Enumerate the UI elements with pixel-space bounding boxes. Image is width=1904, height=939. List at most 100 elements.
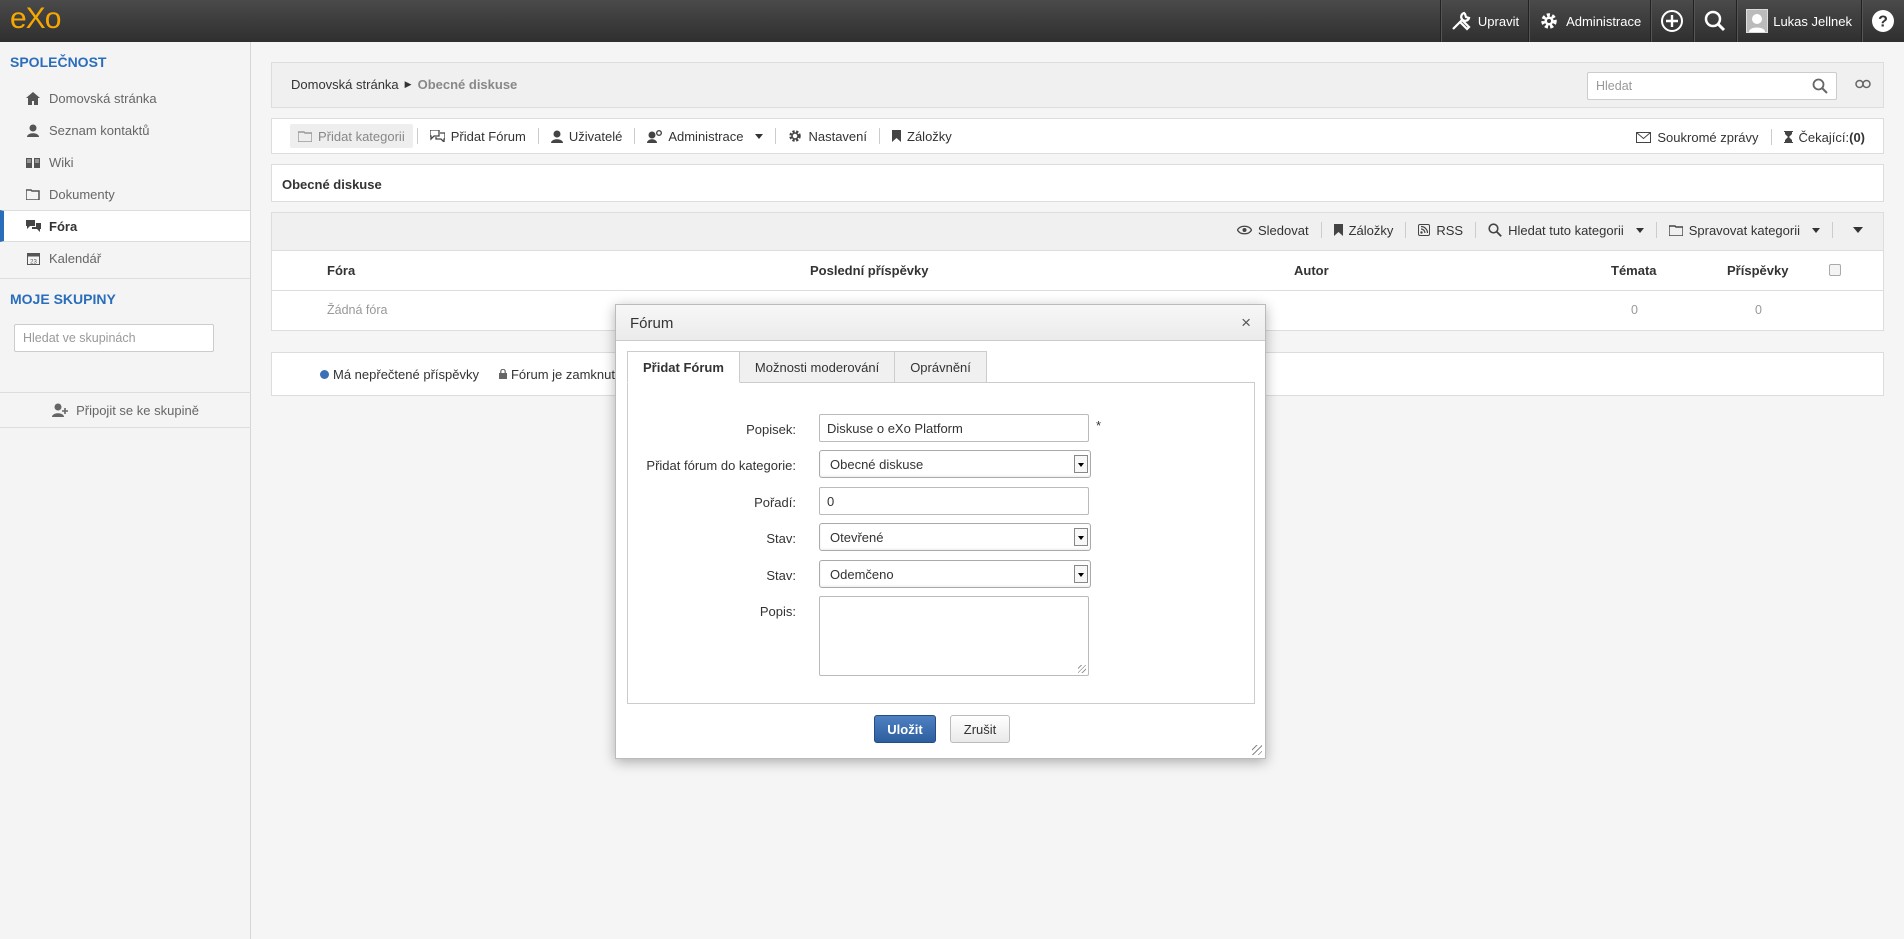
unread-dot-icon <box>320 369 329 379</box>
tab-moderation-options[interactable]: Možnosti moderování <box>738 351 896 383</box>
save-button[interactable]: Uložit <box>874 715 936 743</box>
cancel-button[interactable]: Zrušit <box>950 715 1010 743</box>
category-title: Obecné diskuse <box>271 164 1884 202</box>
tab-content: Popisek: Diskuse o eXo Platform * Přidat… <box>627 382 1255 704</box>
edit-button[interactable]: Upravit <box>1439 0 1528 42</box>
description-row: Popis: <box>628 596 1254 678</box>
add-forum-label: Přidat Fórum <box>450 128 526 144</box>
breadcrumb-current: Obecné diskuse <box>417 77 518 92</box>
sidebar-item-wiki[interactable]: Wiki <box>0 146 250 178</box>
bookmarks-button[interactable]: Záložky <box>884 124 960 148</box>
join-group-button[interactable]: Připojit se ke skupině <box>0 392 251 428</box>
sidebar-item-home[interactable]: Domovská stránka <box>0 82 250 114</box>
status-open-select[interactable]: Otevřené <box>819 523 1091 551</box>
status-open-field-label: Stav: <box>766 531 796 546</box>
toolbar-divider <box>1655 222 1657 238</box>
link-icon[interactable] <box>1855 79 1871 89</box>
sidebar-item-calendar[interactable]: 23 Kalendář <box>0 242 250 274</box>
forum-search-placeholder: Hledat <box>1596 79 1633 93</box>
status-open-row: Stav: Otevřené <box>628 523 1254 553</box>
sidebar: SPOLEČNOST Domovská stránka Seznam konta… <box>0 42 251 939</box>
legend-unread-label: Má nepřečtené příspěvky <box>333 366 479 382</box>
category-row: Přidat fórum do kategorie: Obecné diskus… <box>628 450 1254 480</box>
rss-label: RSS <box>1436 222 1464 238</box>
rss-button[interactable]: RSS <box>1410 223 1471 238</box>
rss-icon <box>1418 224 1431 236</box>
breadcrumb-home[interactable]: Domovská stránka <box>291 77 399 92</box>
column-author[interactable]: Autor <box>1294 263 1329 278</box>
gear-icon <box>788 129 802 143</box>
join-group-label: Připojit se ke skupině <box>76 402 199 418</box>
add-forum-button[interactable]: Přidat Fórum <box>422 124 534 148</box>
order-row: Pořadí: 0 <box>628 487 1254 517</box>
bookmark-icon <box>892 130 902 142</box>
search-button[interactable] <box>1693 0 1736 42</box>
more-options-dropdown[interactable] <box>1837 227 1871 233</box>
private-messages-label: Soukromé zprávy <box>1657 129 1759 145</box>
sidebar-item-contacts[interactable]: Seznam kontaktů <box>0 114 250 146</box>
book-icon <box>25 157 41 168</box>
close-icon[interactable]: × <box>1241 313 1251 333</box>
manage-category-dropdown[interactable]: Spravovat kategorii <box>1661 223 1828 238</box>
column-last-posts[interactable]: Poslední příspěvky <box>810 263 929 278</box>
sidebar-item-documents[interactable]: Dokumenty <box>0 178 250 210</box>
column-forums[interactable]: Fóra <box>327 263 355 278</box>
status-lock-select[interactable]: Odemčeno <box>819 560 1091 588</box>
dialog-resize-handle-icon[interactable] <box>1252 745 1262 755</box>
help-button[interactable]: ? <box>1861 0 1904 42</box>
user-menu[interactable]: Lukas Jellnek <box>1736 0 1861 42</box>
administration-dropdown[interactable]: Administrace <box>639 124 771 148</box>
add-button[interactable] <box>1650 0 1693 42</box>
description-field-label: Popis: <box>759 604 796 619</box>
toolbar-divider <box>634 128 636 144</box>
search-icon <box>1703 9 1727 33</box>
select-all-checkbox[interactable] <box>1829 264 1841 276</box>
toolbar-divider <box>1832 222 1833 238</box>
gear-icon <box>1538 10 1560 32</box>
description-textarea[interactable] <box>819 596 1089 676</box>
user-icon <box>25 124 41 137</box>
tab-add-forum[interactable]: Přidat Fórum <box>627 351 740 383</box>
search-category-dropdown[interactable]: Hledat tuto kategorii <box>1480 223 1652 238</box>
chevron-down-icon <box>1812 227 1820 233</box>
breadcrumb-bar: Domovská stránka ▶ Obecné diskuse Hledat <box>271 62 1884 108</box>
bookmarks-label: Záložky <box>907 128 952 144</box>
exo-logo[interactable]: eXo <box>10 2 61 36</box>
avatar <box>1746 9 1769 33</box>
sidebar-item-label: Wiki <box>49 154 74 170</box>
users-button[interactable]: Uživatelé <box>543 124 630 148</box>
toolbar-divider <box>416 128 418 144</box>
group-search-input[interactable]: Hledat ve skupinách <box>14 324 214 352</box>
forum-search-input[interactable]: Hledat <box>1587 72 1837 100</box>
hourglass-icon <box>1783 131 1793 143</box>
add-category-button[interactable]: Přidat kategorii <box>290 124 413 148</box>
status-open-select-value: Otevřené <box>830 529 884 545</box>
toolbar-divider <box>1320 222 1322 238</box>
column-posts[interactable]: Příspěvky <box>1727 263 1788 278</box>
watch-button[interactable]: Sledovat <box>1229 223 1317 238</box>
administration-button[interactable]: Administrace <box>1528 0 1650 42</box>
label-input[interactable]: Diskuse o eXo Platform <box>819 414 1089 442</box>
column-topics[interactable]: Témata <box>1611 263 1657 278</box>
tab-permissions[interactable]: Oprávnění <box>894 351 987 383</box>
sidebar-item-forums[interactable]: Fóra <box>0 210 250 242</box>
settings-button[interactable]: Nastavení <box>780 124 875 148</box>
sidebar-item-label: Dokumenty <box>49 186 115 202</box>
category-select[interactable]: Obecné diskuse <box>819 450 1091 478</box>
category-bookmarks-button[interactable]: Záložky <box>1326 223 1402 238</box>
toolbar-divider <box>775 128 777 144</box>
users-label: Uživatelé <box>568 128 623 144</box>
sidebar-item-label: Seznam kontaktů <box>49 122 150 138</box>
pending-button[interactable]: Čekající: (0) <box>1776 125 1873 149</box>
breadcrumb-separator-icon: ▶ <box>404 79 412 89</box>
resize-grip-icon[interactable] <box>1078 665 1086 673</box>
category-bookmarks-label: Záložky <box>1348 222 1394 238</box>
private-messages-button[interactable]: Soukromé zprávy <box>1628 125 1766 149</box>
order-input[interactable]: 0 <box>819 487 1089 515</box>
status-lock-select-value: Odemčeno <box>830 566 894 582</box>
manage-category-label: Spravovat kategorii <box>1688 222 1800 238</box>
chevron-down-icon <box>1635 227 1644 233</box>
edit-label: Upravit <box>1477 13 1520 29</box>
search-icon[interactable] <box>1812 78 1828 94</box>
forum-dialog: Fórum × Přidat Fórum Možnosti moderování… <box>615 304 1266 759</box>
